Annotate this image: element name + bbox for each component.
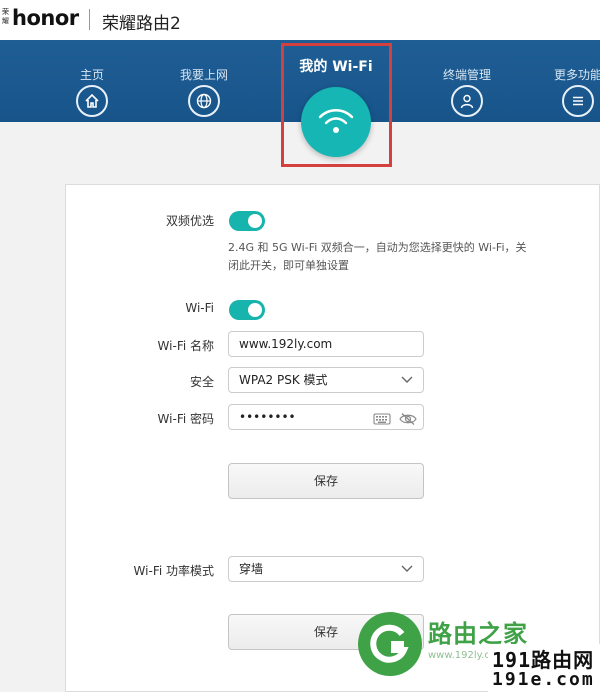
power-mode-select[interactable]: 穿墙: [228, 556, 424, 582]
password-label: Wi-Fi 密码: [157, 412, 214, 426]
brand-divider: [89, 9, 90, 30]
globe-icon: [188, 85, 220, 117]
menu-icon: [562, 85, 594, 117]
watermark-logo-icon: [358, 612, 422, 676]
power-mode-value: 穿墙: [239, 562, 264, 576]
chevron-down-icon: [401, 565, 413, 572]
keyboard-icon[interactable]: [373, 412, 391, 426]
dual-band-label: 双频优选: [165, 214, 214, 228]
dual-band-toggle[interactable]: [229, 211, 265, 231]
product-name: 荣耀路由2: [102, 14, 181, 34]
security-select[interactable]: WPA2 PSK 模式: [228, 367, 424, 393]
nav-item-label: 终端管理: [442, 68, 491, 82]
nav-item-label: 主页: [79, 68, 104, 82]
ssid-input[interactable]: [228, 331, 424, 357]
nav-item-label: 我要上网: [179, 68, 228, 82]
watermark-badge: 191路由网 191e.com: [488, 644, 600, 692]
nav-item-internet[interactable]: 我要上网: [169, 40, 239, 117]
nav-item-more[interactable]: 更多功能: [543, 40, 600, 117]
nav-item-devices[interactable]: 终端管理: [432, 40, 502, 117]
home-icon: [76, 85, 108, 117]
wifi-label: Wi-Fi: [185, 301, 214, 315]
user-icon: [451, 85, 483, 117]
logo-mark: 荣耀: [2, 8, 9, 25]
power-mode-label: Wi-Fi 功率模式: [133, 564, 214, 578]
eye-off-icon[interactable]: [399, 412, 417, 426]
toggle-knob: [248, 303, 262, 317]
security-value: WPA2 PSK 模式: [239, 373, 328, 387]
toggle-knob: [248, 214, 262, 228]
password-masked-value: ••••••••: [239, 410, 296, 424]
nav-item-label: 更多功能: [553, 68, 600, 82]
chevron-down-icon: [401, 376, 413, 383]
password-input[interactable]: ••••••••: [228, 404, 424, 430]
brand-bar: 荣耀 honor 荣耀路由2: [0, 0, 600, 40]
security-label: 安全: [189, 375, 214, 389]
watermark-badge-bottom: 191e.com: [492, 669, 595, 690]
ssid-label: Wi-Fi 名称: [157, 339, 214, 353]
dual-band-hint: 2.4G 和 5G Wi-Fi 双频合一，自动为您选择更快的 Wi-Fi，关闭此…: [228, 241, 527, 272]
ssid-text-input[interactable]: [239, 337, 423, 351]
password-icons: [373, 410, 417, 434]
honor-logo: honor: [12, 6, 79, 30]
save-button[interactable]: 保存: [228, 463, 424, 499]
nav-item-home[interactable]: 主页: [57, 40, 127, 117]
highlight-box: [281, 43, 392, 167]
wifi-toggle[interactable]: [229, 300, 265, 320]
